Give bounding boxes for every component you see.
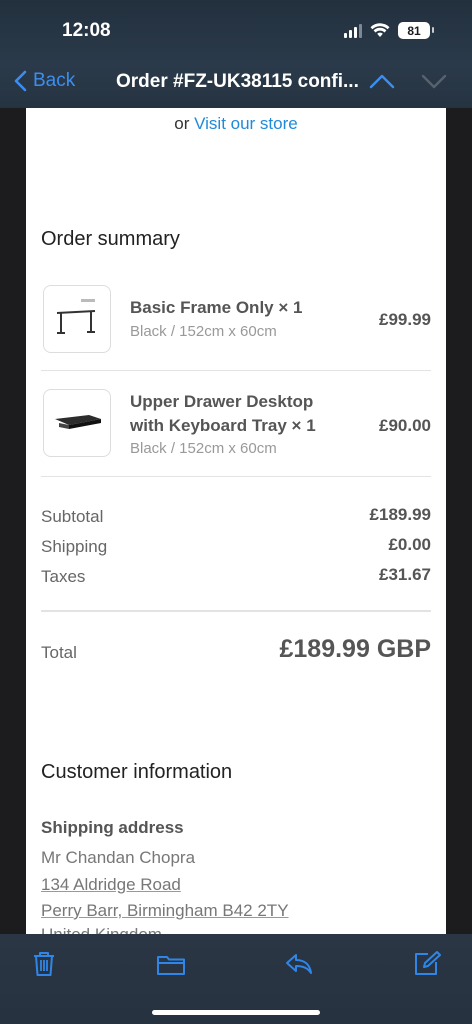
chevron-down-icon[interactable] [420, 72, 448, 90]
order-item: Upper Drawer Desktop with Keyboard Tray … [41, 389, 431, 459]
item-price: £99.99 [379, 310, 431, 329]
divider [41, 370, 431, 371]
trash-icon[interactable] [30, 950, 58, 978]
shipping-address-title: Shipping address [41, 818, 184, 837]
address-line2[interactable]: Perry Barr, Birmingham B42 2TY [41, 901, 289, 921]
customer-name: Mr Chandan Chopra [41, 848, 196, 867]
address-line1[interactable]: 134 Aldridge Road [41, 875, 181, 895]
taxes-value: £31.67 [379, 565, 431, 584]
product-thumbnail [43, 389, 111, 457]
nav-bar: Back Order #FZ-UK38115 confi... [0, 66, 472, 102]
store-prefix: or [174, 114, 190, 133]
top-bar: 12:08 81 Back Order #FZ-UK38115 confi... [0, 0, 472, 108]
wifi-icon [370, 23, 390, 37]
order-summary-title: Order summary [41, 228, 180, 250]
divider [41, 476, 431, 477]
product-thumbnail [43, 285, 111, 353]
chevron-left-icon [14, 70, 27, 92]
back-button[interactable]: Back [14, 70, 75, 92]
total-label: Total [41, 643, 77, 662]
address-line3[interactable]: United Kingdom [41, 925, 162, 934]
cellular-signal-icon [344, 23, 362, 38]
shipping-value: £0.00 [388, 535, 431, 554]
item-price: £90.00 [379, 416, 431, 435]
item-name-line1: Upper Drawer Desktop [130, 392, 314, 411]
home-indicator[interactable] [152, 1010, 320, 1015]
taxes-row: Taxes £31.67 [41, 565, 431, 587]
item-name-line2: with Keyboard Tray × 1 [130, 416, 316, 435]
item-name: Basic Frame Only × 1 [130, 298, 303, 317]
reply-icon[interactable] [284, 950, 314, 978]
status-icons: 81 [344, 22, 434, 39]
subtotal-value: £189.99 [369, 505, 431, 524]
divider [41, 610, 431, 612]
desk-frame-image [56, 299, 96, 334]
shipping-label: Shipping [41, 537, 108, 556]
back-label: Back [33, 70, 76, 91]
store-line: or Visit our store [26, 114, 446, 134]
total-value: £189.99 GBP [279, 635, 432, 663]
shipping-row: Shipping £0.00 [41, 535, 431, 557]
subtotal-row: Subtotal £189.99 [41, 505, 431, 527]
drawer-tray-image [55, 415, 101, 429]
battery-indicator: 81 [398, 22, 434, 39]
compose-icon[interactable] [412, 950, 442, 978]
email-body: or Visit our store Order summary Basic F… [26, 108, 446, 934]
customer-info-title: Customer information [41, 761, 233, 783]
item-variant: Black / 152cm x 60cm [130, 323, 277, 340]
status-time: 12:08 [62, 20, 111, 41]
nav-title: Order #FZ-UK38115 confi... [116, 71, 359, 92]
subtotal-label: Subtotal [41, 507, 104, 526]
visit-store-link[interactable]: Visit our store [194, 114, 298, 133]
order-item: Basic Frame Only × 1 Black / 152cm x 60c… [41, 285, 431, 355]
taxes-label: Taxes [41, 567, 86, 586]
item-variant: Black / 152cm x 60cm [130, 440, 277, 457]
chevron-up-icon[interactable] [368, 72, 396, 90]
folder-icon[interactable] [156, 950, 186, 978]
